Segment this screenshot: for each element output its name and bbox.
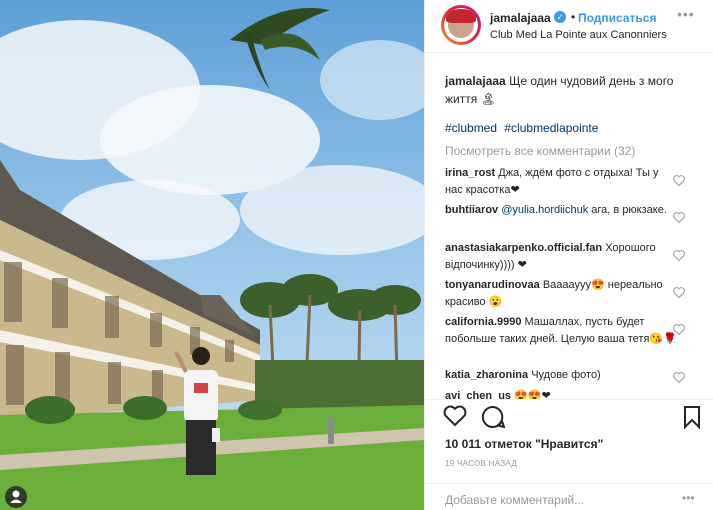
post-photo[interactable] — [0, 0, 424, 510]
like-comment-heart-icon[interactable] — [673, 250, 685, 261]
comment-username[interactable]: buhtiiarov — [445, 204, 498, 216]
like-comment-heart-icon[interactable] — [673, 212, 685, 223]
hashtags: #clubmed #clubmedlapointe — [445, 121, 602, 135]
verified-badge-icon: ✓ — [554, 11, 566, 23]
comment-item: buhtiiarov @yulia.hordiichuk ага, в рюкз… — [445, 202, 677, 219]
separator-dot: • — [571, 10, 576, 24]
comment-item: anastasiakarpenko.official.fan Хорошого … — [445, 240, 677, 274]
avatar[interactable] — [441, 5, 481, 45]
like-comment-heart-icon[interactable] — [673, 324, 685, 335]
post-timestamp[interactable]: 19 ЧАСОВ НАЗАД — [445, 459, 517, 468]
post-header: jamalajaaa ✓ • Подписаться Club Med La P… — [425, 0, 713, 53]
comment-bubble-icon[interactable] — [481, 405, 505, 429]
username-link[interactable]: jamalajaaa — [490, 11, 551, 25]
like-comment-heart-icon[interactable] — [673, 175, 685, 186]
post-caption: jamalajaaa Ще один чудовий день з мого ж… — [445, 72, 695, 108]
bookmark-icon[interactable] — [683, 405, 701, 429]
comment-username[interactable]: irina_rost — [445, 167, 495, 179]
comment-text: ага, в рюкзаке. — [591, 204, 667, 216]
comment-item: california.9990 Машаллах, пусть будет по… — [445, 314, 677, 348]
like-comment-heart-icon[interactable] — [673, 287, 685, 298]
comment-mention[interactable]: @yulia.hordiichuk — [501, 204, 588, 216]
comment-username[interactable]: anastasiakarpenko.official.fan — [445, 242, 602, 254]
hashtag-link[interactable]: #clubmedlapointe — [504, 121, 598, 135]
likes-count[interactable]: 10 011 отметок "Нравится" — [445, 437, 603, 451]
comment-text: Чудове фото) — [531, 369, 601, 381]
comment-options-icon[interactable]: ••• — [682, 491, 695, 505]
location-link[interactable]: Club Med La Pointe aux Canonniers — [490, 29, 667, 41]
comment-username[interactable]: avi_chen_us — [445, 390, 511, 399]
comment-item: tonyanarudinovaa Вааааууу😍 нереально кра… — [445, 277, 677, 311]
like-comment-heart-icon[interactable] — [673, 372, 685, 383]
add-comment-input[interactable]: Добавьте комментарий... — [445, 493, 584, 507]
resort-photo — [0, 0, 424, 510]
comment-username[interactable]: california.9990 — [445, 316, 521, 328]
follow-button[interactable]: Подписаться — [578, 11, 656, 25]
comment-username[interactable]: tonyanarudinovaa — [445, 279, 540, 291]
view-all-comments-link[interactable]: Посмотреть все комментарии (32) — [445, 144, 635, 158]
divider — [425, 399, 713, 400]
like-heart-icon[interactable] — [443, 405, 467, 427]
comment-item: irina_rost Джа, ждём фото с отдыха! Ты у… — [445, 165, 677, 199]
comment-item: avi_chen_us 😍😍❤ — [445, 388, 677, 399]
hashtag-link[interactable]: #clubmed — [445, 121, 497, 135]
caption-username[interactable]: jamalajaaa — [445, 74, 506, 88]
comment-item: katia_zharonina Чудове фото) — [445, 367, 677, 384]
divider — [425, 483, 713, 484]
more-options-icon[interactable]: ••• — [677, 6, 695, 22]
comment-username[interactable]: katia_zharonina — [445, 369, 528, 381]
post-details-panel: jamalajaaa ✓ • Подписаться Club Med La P… — [425, 0, 713, 510]
comment-text: 😍😍❤ — [514, 390, 551, 399]
